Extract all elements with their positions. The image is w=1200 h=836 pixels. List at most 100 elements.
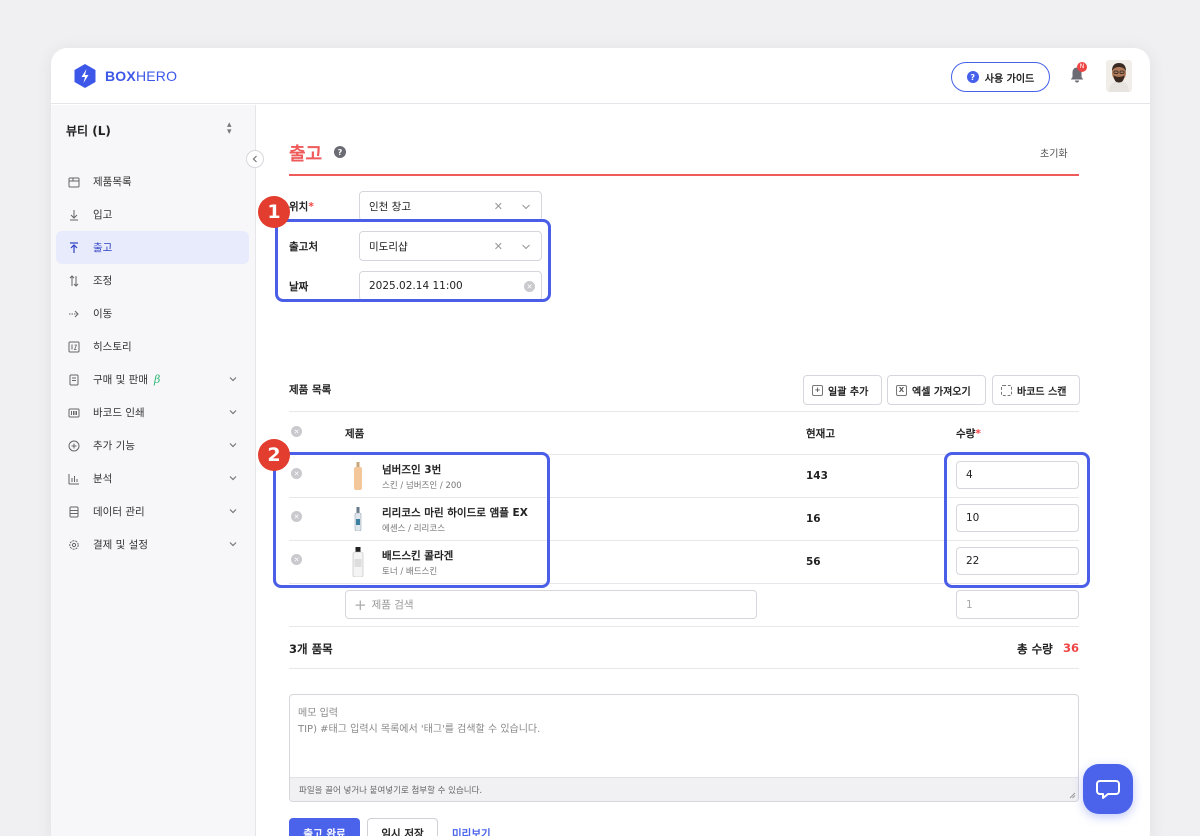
chevron-down-icon bbox=[229, 509, 237, 514]
highlight-box-2-quantities bbox=[944, 452, 1090, 588]
chevron-left-icon bbox=[252, 155, 257, 163]
sidebar-item-label: 입고 bbox=[93, 209, 113, 221]
current-stock: 143 bbox=[806, 470, 828, 482]
excel-icon: X bbox=[896, 384, 907, 396]
preview-link[interactable]: 미리보기 bbox=[452, 826, 491, 836]
arrow-right-icon bbox=[67, 307, 81, 321]
sidebar-item-add-ons[interactable]: 추가 기능 bbox=[56, 429, 249, 462]
main-content: 출고 ? 초기화 위치* 인천 창고 ✕ 출고처 미도리샵 ✕ 날짜 2025.… bbox=[257, 105, 1150, 836]
adjust-icon bbox=[67, 274, 81, 288]
sidebar-item-inbound[interactable]: 입고 bbox=[56, 198, 249, 231]
document-icon bbox=[67, 373, 81, 387]
database-icon bbox=[67, 505, 81, 519]
chat-support-button[interactable] bbox=[1083, 764, 1133, 814]
item-count: 3개 품목 bbox=[289, 642, 333, 656]
plus-circle-icon bbox=[67, 439, 81, 453]
sidebar-item-transfer[interactable]: 이동 bbox=[56, 297, 249, 330]
divider bbox=[289, 626, 1079, 627]
help-icon[interactable]: ? bbox=[334, 146, 346, 158]
current-stock: 16 bbox=[806, 513, 821, 525]
store-switch-icon[interactable]: ▴ ▾ bbox=[227, 121, 232, 137]
memo-textarea[interactable]: 메모 입력 TIP) #태그 입력시 목록에서 '태그'를 검색할 수 있습니다… bbox=[289, 694, 1079, 802]
top-header: BOXHERO ? 사용 가이드 N bbox=[51, 48, 1150, 104]
boxhero-logo[interactable]: BOXHERO bbox=[73, 63, 177, 89]
sidebar-item-purchase-sales[interactable]: 구매 및 판매 β bbox=[56, 363, 249, 396]
arrow-up-icon bbox=[67, 241, 81, 255]
scan-icon bbox=[1001, 384, 1012, 396]
remove-all-icon[interactable]: ✕ bbox=[291, 426, 302, 437]
chevron-down-icon bbox=[229, 377, 237, 382]
sidebar-item-products[interactable]: 제품목록 bbox=[56, 165, 249, 198]
search-placeholder: 제품 검색 bbox=[371, 599, 414, 611]
chevron-down-icon bbox=[229, 476, 237, 481]
barcode-scan-label: 바코드 스캔 bbox=[1017, 386, 1067, 398]
sidebar-item-label: 제품목록 bbox=[93, 176, 132, 188]
sidebar-item-label: 추가 기능 bbox=[93, 440, 135, 452]
arrow-down-icon bbox=[67, 208, 81, 222]
gear-icon bbox=[67, 538, 81, 552]
page-title: 출고 bbox=[289, 144, 323, 165]
memo-placeholder: 메모 입력 bbox=[298, 708, 338, 719]
user-guide-button[interactable]: ? 사용 가이드 bbox=[951, 62, 1050, 92]
sidebar-item-adjust[interactable]: 조정 bbox=[56, 264, 249, 297]
excel-import-label: 엑셀 가져오기 bbox=[912, 386, 971, 398]
new-quantity-input[interactable]: 1 bbox=[956, 590, 1079, 619]
sidebar-item-label: 데이터 관리 bbox=[93, 506, 145, 518]
attachment-hint[interactable]: 파일을 끌어 넣거나 붙여넣기로 첨부할 수 있습니다. bbox=[290, 777, 1078, 801]
title-divider bbox=[289, 174, 1079, 176]
total-quantity-value: 36 bbox=[1063, 641, 1080, 655]
sidebar-item-label: 출고 bbox=[93, 242, 113, 254]
product-search-input[interactable]: + 제품 검색 bbox=[345, 590, 757, 619]
annotation-badge-1: 1 bbox=[258, 196, 290, 228]
highlight-box-2-products bbox=[273, 452, 550, 588]
sidebar-collapse-button[interactable] bbox=[246, 150, 264, 168]
notification-badge: N bbox=[1077, 62, 1087, 72]
sidebar-item-analytics[interactable]: 분석 bbox=[56, 462, 249, 495]
total-quantity-label: 총 수량 bbox=[1017, 642, 1053, 656]
divider bbox=[289, 411, 1079, 412]
column-header-qty: 수량* bbox=[956, 428, 981, 440]
sidebar-item-label: 분석 bbox=[93, 473, 113, 485]
beta-badge: β bbox=[153, 373, 161, 386]
divider bbox=[289, 668, 1079, 669]
history-icon bbox=[67, 340, 81, 354]
sidebar-item-label: 바코드 인쇄 bbox=[93, 407, 145, 419]
user-avatar[interactable] bbox=[1106, 60, 1132, 92]
reset-button[interactable]: 초기화 bbox=[1040, 145, 1068, 160]
annotation-badge-2: 2 bbox=[258, 439, 290, 471]
barcode-scan-button[interactable]: 바코드 스캔 bbox=[992, 375, 1080, 405]
sidebar-item-label: 이동 bbox=[93, 308, 113, 320]
chart-icon bbox=[67, 472, 81, 486]
bulk-add-label: 일괄 추가 bbox=[828, 386, 869, 398]
bulk-add-button[interactable]: + 일괄 추가 bbox=[803, 375, 882, 405]
chevron-down-icon[interactable] bbox=[521, 202, 531, 212]
box-icon bbox=[67, 175, 81, 189]
sidebar-item-data-management[interactable]: 데이터 관리 bbox=[56, 495, 249, 528]
complete-outbound-button[interactable]: 출고 완료 bbox=[289, 818, 360, 836]
brand-name: BOXHERO bbox=[105, 68, 178, 84]
save-draft-button[interactable]: 임시 저장 bbox=[367, 818, 438, 836]
highlight-box-1 bbox=[275, 219, 551, 302]
sidebar-item-label: 히스토리 bbox=[93, 341, 132, 353]
hexagon-logo-icon bbox=[74, 64, 96, 88]
chevron-down-icon bbox=[229, 542, 237, 547]
sidebar-item-label: 구매 및 판매 bbox=[93, 374, 148, 386]
store-selector[interactable]: 뷰티 (L) bbox=[66, 122, 111, 139]
resize-handle-icon[interactable] bbox=[1069, 792, 1076, 799]
chat-bubble-icon bbox=[1096, 780, 1120, 799]
sidebar-item-label: 조정 bbox=[93, 275, 113, 287]
location-select[interactable]: 인천 창고 ✕ bbox=[359, 191, 542, 221]
clear-icon[interactable]: ✕ bbox=[494, 200, 503, 213]
chevron-down-icon bbox=[229, 410, 237, 415]
current-stock: 56 bbox=[806, 556, 821, 568]
location-label: 위치* bbox=[289, 201, 314, 213]
excel-import-button[interactable]: X 엑셀 가져오기 bbox=[887, 375, 986, 405]
sidebar-item-billing-settings[interactable]: 결제 및 설정 bbox=[56, 528, 249, 561]
memo-tip: TIP) #태그 입력시 목록에서 '태그'를 검색할 수 있습니다. bbox=[298, 724, 541, 735]
sidebar-item-history[interactable]: 히스토리 bbox=[56, 330, 249, 363]
location-value: 인천 창고 bbox=[369, 200, 411, 213]
plus-icon: + bbox=[354, 595, 367, 614]
sidebar: 뷰티 (L) ▴ ▾ 제품목록 입고 출고 조정 이동 히스토리 구매 및 판매… bbox=[51, 105, 256, 836]
sidebar-item-barcode-print[interactable]: 바코드 인쇄 bbox=[56, 396, 249, 429]
sidebar-item-outbound[interactable]: 출고 bbox=[56, 231, 249, 264]
